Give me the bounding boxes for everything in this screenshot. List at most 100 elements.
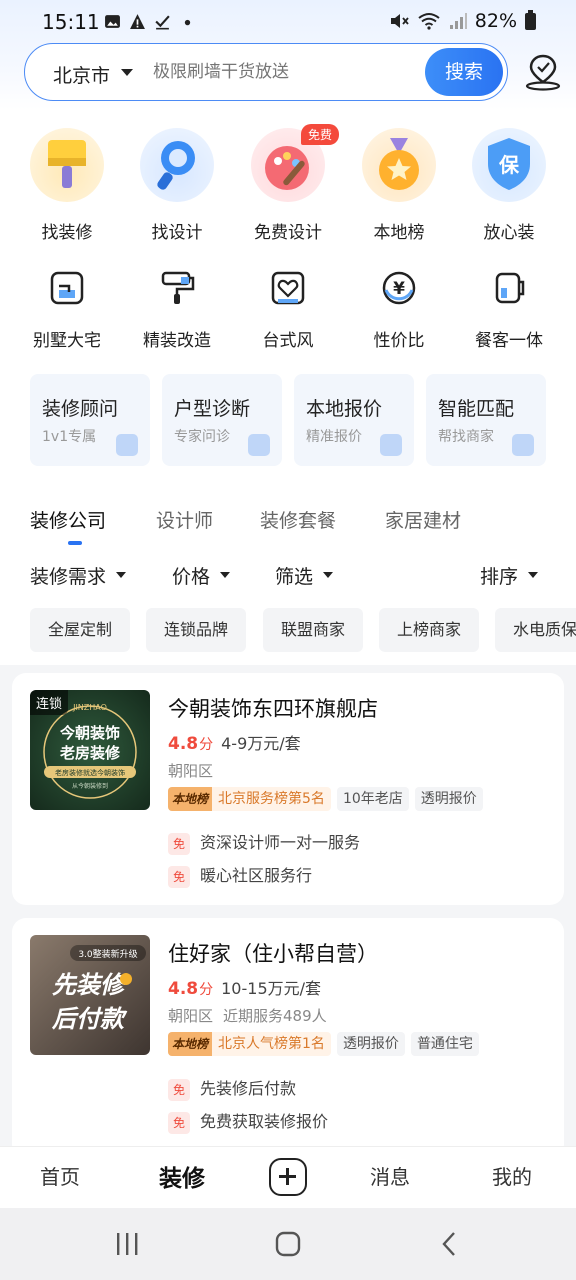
quick-filter-chips: 全屋定制 连锁品牌 联盟商家 上榜商家 水电质保	[30, 608, 576, 652]
rank-tag: 本地榜 北京服务榜第5名	[168, 787, 331, 811]
dot-icon	[184, 19, 191, 26]
style-taiwan[interactable]: 台式风	[233, 268, 343, 351]
style-dining-living[interactable]: 餐客一体	[454, 268, 564, 351]
medical-kit-icon	[248, 434, 270, 456]
search-bar: 北京市 搜索	[24, 43, 508, 101]
store-rating: 4.8分 10-15万元/套	[168, 979, 322, 999]
store-image: 3.0整装新升级 先装修 后付款	[30, 935, 150, 1055]
svg-text:先装修: 先装修	[52, 971, 128, 999]
store-price: 4-9万元/套	[221, 734, 301, 753]
filter-sort[interactable]: 排序	[480, 562, 539, 589]
svg-text:老房装修就选今朝装饰: 老房装修就选今朝装饰	[55, 768, 125, 777]
tab-companies[interactable]: 装修公司	[30, 506, 106, 533]
signal-icon	[449, 13, 467, 29]
category-find-design[interactable]: 找设计	[122, 128, 232, 243]
service-title: 户型诊断	[174, 398, 251, 420]
nav-messages[interactable]: 消息	[370, 1161, 410, 1190]
svg-text:今朝装饰: 今朝装饰	[59, 724, 120, 742]
style-label: 性价比	[373, 331, 425, 351]
free-perk-badge: 免	[168, 832, 190, 855]
store-rating: 4.8分 4-9万元/套	[168, 734, 301, 754]
filter-label: 装修需求	[30, 566, 107, 588]
tab-designers[interactable]: 设计师	[156, 506, 213, 533]
filter-screen[interactable]: 筛选	[275, 562, 334, 589]
cup-icon	[495, 272, 525, 304]
yen-coin-icon: ¥	[382, 271, 416, 305]
search-button[interactable]: 搜索	[425, 48, 503, 96]
store-perk: 免资深设计师一对一服务	[168, 829, 360, 855]
service-quote[interactable]: 本地报价 精准报价	[294, 374, 414, 466]
chip-plumbing-warranty[interactable]: 水电质保	[495, 608, 576, 652]
heart-frame-icon	[271, 271, 305, 305]
service-match[interactable]: 智能匹配 帮找商家	[426, 374, 546, 466]
store-card[interactable]: 3.0整装新升级 先装修 后付款 住好家（住小帮自营） 4.8分 10-15万元/…	[12, 918, 564, 1158]
store-card[interactable]: JINZHAO 今朝装饰 老房装修 老房装修就选今朝装饰 从今朝装修到 连锁 今…	[12, 673, 564, 905]
tab-indicator	[68, 541, 82, 545]
service-consultant[interactable]: 装修顾问 1v1专属	[30, 374, 150, 466]
caret-down-icon	[116, 571, 127, 578]
gallery-icon	[105, 15, 120, 28]
chip-ranked[interactable]: 上榜商家	[379, 608, 480, 652]
filter-price[interactable]: 价格	[172, 562, 231, 589]
search-input[interactable]	[153, 56, 413, 88]
tab-materials[interactable]: 家居建材	[385, 506, 461, 533]
store-name: 住好家（住小帮自营）	[168, 942, 378, 966]
warning-icon	[130, 14, 145, 29]
tab-packages[interactable]: 装修套餐	[260, 506, 336, 533]
battery-percent: 82%	[474, 10, 517, 32]
category-label: 免费设计	[254, 223, 322, 243]
system-navigation-bar	[0, 1208, 576, 1280]
store-perk: 免免费获取装修报价	[168, 1108, 328, 1134]
chip-whole-house[interactable]: 全屋定制	[30, 608, 131, 652]
category-local-rank[interactable]: 本地榜	[344, 128, 454, 243]
magnifier-icon	[140, 128, 214, 202]
user-icon	[116, 434, 138, 456]
store-district: 朝阳区 近期服务489人	[168, 1007, 327, 1025]
nav-home[interactable]: 首页	[40, 1161, 80, 1190]
style-value[interactable]: ¥ 性价比	[344, 268, 454, 351]
service-subtitle: 帮找商家	[438, 429, 494, 445]
service-title: 装修顾问	[42, 398, 119, 420]
chip-chain-brand[interactable]: 连锁品牌	[146, 608, 247, 652]
nav-me[interactable]: 我的	[492, 1161, 532, 1190]
shield-glyph: 保	[498, 153, 520, 177]
service-diagnosis[interactable]: 户型诊断 专家问诊	[162, 374, 282, 466]
filter-label: 排序	[480, 566, 519, 588]
style-row: 别墅大宅 精装改造 台式风 ¥ 性价比 餐客一体	[0, 268, 576, 351]
city-caret-icon[interactable]	[121, 69, 133, 76]
mute-icon	[390, 14, 409, 28]
status-bar: 15:11 82%	[0, 0, 576, 46]
filter-bar: 装修需求 价格 筛选 排序	[30, 562, 550, 592]
svg-text:3.0整装新升级: 3.0整装新升级	[78, 948, 137, 960]
recent-apps-icon[interactable]	[114, 1230, 140, 1258]
filter-needs[interactable]: 装修需求	[30, 562, 127, 589]
service-subtitle: 精准报价	[306, 429, 362, 445]
store-tag: 10年老店	[336, 787, 409, 811]
city-selector[interactable]: 北京市	[53, 61, 110, 88]
yen-glyph: ¥	[393, 279, 405, 299]
category-label: 找装修	[41, 223, 93, 243]
store-perk: 免先装修后付款	[168, 1075, 296, 1101]
category-row: 找装修 找设计 免费 免费设计 本地榜 保 放心装	[0, 124, 576, 248]
chip-alliance[interactable]: 联盟商家	[263, 608, 364, 652]
add-post-icon[interactable]	[269, 1158, 307, 1196]
home-icon[interactable]	[274, 1230, 302, 1258]
svg-text:JINZHAO: JINZHAO	[72, 703, 107, 712]
service-subtitle: 专家问诊	[174, 429, 230, 445]
category-worry-free[interactable]: 保 放心装	[454, 128, 564, 243]
nav-renovation[interactable]: 装修	[159, 1159, 205, 1193]
caret-down-icon	[528, 571, 539, 578]
store-tag: 普通住宅	[410, 1032, 479, 1056]
back-icon[interactable]	[438, 1230, 462, 1258]
free-badge: 免费	[300, 124, 339, 145]
category-find-renovation[interactable]: 找装修	[12, 128, 122, 243]
style-renovation[interactable]: 精装改造	[122, 268, 232, 351]
location-pin-icon[interactable]	[522, 52, 564, 92]
store-price: 10-15万元/套	[221, 979, 322, 998]
battery-icon	[525, 9, 536, 30]
store-perk: 免暖心社区服务行	[168, 862, 312, 888]
bottom-navigation: 首页 装修 消息 我的	[0, 1146, 576, 1208]
category-free-design[interactable]: 免费 免费设计	[233, 124, 343, 243]
style-villa[interactable]: 别墅大宅	[12, 268, 122, 351]
paint-roller-icon	[161, 271, 195, 304]
